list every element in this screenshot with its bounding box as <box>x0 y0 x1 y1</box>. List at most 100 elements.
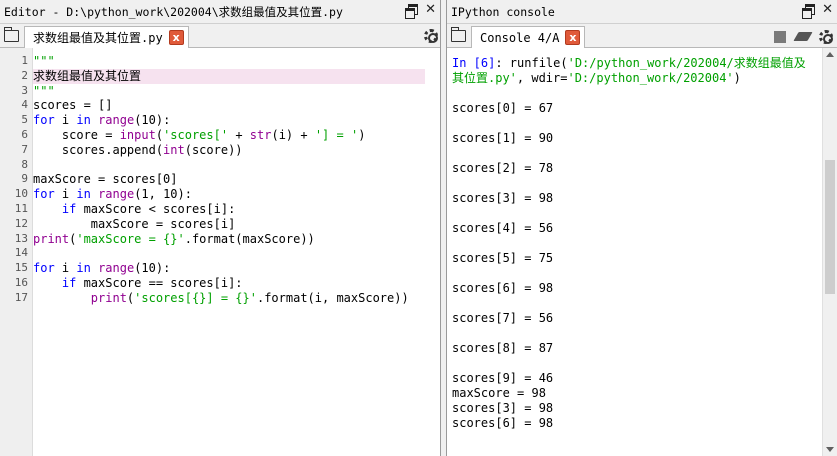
console-tab-label: Console 4/A <box>480 30 560 45</box>
console-browse-tabs-folder-icon[interactable] <box>450 27 466 42</box>
code-token: ) <box>358 127 366 142</box>
code-token: 求数组最值及其位置 <box>33 68 142 83</box>
editor-options-gear-icon[interactable] <box>424 29 438 43</box>
line-number: 5 <box>21 113 28 127</box>
console-tab[interactable]: Console 4/A x <box>471 26 586 48</box>
code-token: for <box>33 187 55 202</box>
code-line[interactable]: for i in range(1, 10): <box>33 187 441 202</box>
code-token: 'scores[' <box>163 127 229 142</box>
code-line[interactable]: if maxScore < scores[i]: <box>33 202 441 217</box>
code-token: .format(maxScore)) <box>184 231 315 246</box>
code-line[interactable]: print('maxScore = {}'.format(maxScore)) <box>33 232 441 247</box>
code-token: """ <box>33 54 55 68</box>
code-token: print <box>90 290 127 305</box>
console-line: 其位置.py', wdir='D:/python_work/202004') <box>452 71 817 86</box>
code-line[interactable]: for i in range(10): <box>33 261 441 276</box>
browse-tabs-folder-icon[interactable] <box>3 27 19 42</box>
console-token: scores[3] = 98 <box>452 191 554 205</box>
console-token: In [6] <box>452 56 496 70</box>
code-token: input <box>119 127 156 142</box>
line-number: 7 <box>21 142 28 156</box>
console-token: scores[2] = 78 <box>452 161 554 175</box>
console-line: In [6]: runfile('D:/python_work/202004/求… <box>452 56 817 71</box>
editor-tab-file[interactable]: 求数组最值及其位置.py x <box>24 26 189 48</box>
line-number: 4 <box>21 98 28 112</box>
code-token: in <box>76 113 91 128</box>
code-line[interactable]: for i in range(10): <box>33 113 441 128</box>
code-line[interactable] <box>33 246 441 261</box>
code-token: int <box>163 142 185 157</box>
console-token: scores[3] = 98 <box>452 401 554 415</box>
console-close-icon[interactable]: ✕ <box>822 3 833 16</box>
console-line: scores[2] = 78 <box>452 161 817 176</box>
code-token: .format(i, maxScore)) <box>256 290 409 305</box>
code-line[interactable]: scores = [] <box>33 98 441 113</box>
console-output[interactable]: In [6]: runfile('D:/python_work/202004/求… <box>447 48 837 456</box>
console-token: scores[6] = 98 <box>452 281 554 295</box>
line-number: 3 <box>21 83 28 97</box>
console-token: : runfile( <box>495 56 568 70</box>
undock-icon[interactable] <box>405 4 419 19</box>
stop-icon[interactable] <box>774 31 786 43</box>
code-line[interactable]: maxScore = scores[i] <box>33 217 441 232</box>
code-editor[interactable]: 1 2 3 4 5 6 7 8 9 10 11 12 13 14 15 16 17 """ 求数组最值及其位置 ""… <box>0 48 441 456</box>
code-token: maxScore == scores[i]: <box>76 275 243 290</box>
console-line: scores[3] = 98 <box>452 401 817 416</box>
console-scrollbar[interactable] <box>822 48 837 456</box>
console-token: scores[6] = 98 <box>452 416 554 430</box>
code-token: for <box>33 113 55 128</box>
line-number-gutter: 1 2 3 4 5 6 7 8 9 10 11 12 13 14 15 16 17 <box>0 48 33 456</box>
close-icon[interactable]: ✕ <box>425 3 436 16</box>
line-number: 8 <box>21 157 28 171</box>
code-token: (10): <box>134 113 171 128</box>
code-line[interactable]: if maxScore == scores[i]: <box>33 276 441 291</box>
code-token: maxScore = scores[0] <box>33 172 178 187</box>
code-token: 'maxScore = {}' <box>76 231 185 246</box>
tab-close-icon[interactable]: x <box>168 30 184 45</box>
code-token: (score)) <box>184 142 243 157</box>
line-number: 1 <box>21 54 28 67</box>
code-line[interactable]: maxScore = scores[0] <box>33 172 441 187</box>
scroll-down-arrow-icon[interactable] <box>826 447 834 452</box>
code-line[interactable] <box>33 158 441 173</box>
code-token: i <box>54 261 77 276</box>
code-token: range <box>98 187 135 202</box>
console-token: ) <box>733 71 741 85</box>
code-line[interactable]: 求数组最值及其位置 <box>33 68 425 84</box>
console-undock-icon[interactable] <box>802 4 816 19</box>
scroll-up-arrow-icon[interactable] <box>826 52 834 57</box>
code-line[interactable]: print('scores[{}] = {}'.format(i, maxSco… <box>33 291 441 306</box>
editor-pane: Editor - D:\python_work\202004\求数组最值及其位置… <box>0 0 441 456</box>
code-line[interactable]: score = input('scores[' + str(i) + '] = … <box>33 128 441 143</box>
code-line[interactable]: scores.append(int(score)) <box>33 143 441 158</box>
console-tab-close-icon[interactable]: x <box>565 30 581 45</box>
code-line[interactable]: """ <box>33 54 441 69</box>
line-number: 11 <box>14 201 28 215</box>
line-number: 13 <box>14 231 28 245</box>
line-number: 12 <box>14 216 28 230</box>
code-token: scores.append( <box>33 142 164 157</box>
code-token: range <box>98 113 135 128</box>
code-token: for <box>33 261 55 276</box>
console-line: scores[7] = 56 <box>452 311 817 326</box>
code-area[interactable]: """ 求数组最值及其位置 """ scores = [] for i in range… <box>33 48 441 456</box>
console-options-gear-icon[interactable] <box>819 30 833 44</box>
console-line: scores[9] = 46 <box>452 371 817 386</box>
code-line[interactable]: """ <box>33 84 441 99</box>
console-token: scores[4] = 56 <box>452 221 554 235</box>
code-token: + <box>228 127 250 142</box>
scrollbar-thumb[interactable] <box>825 160 835 294</box>
